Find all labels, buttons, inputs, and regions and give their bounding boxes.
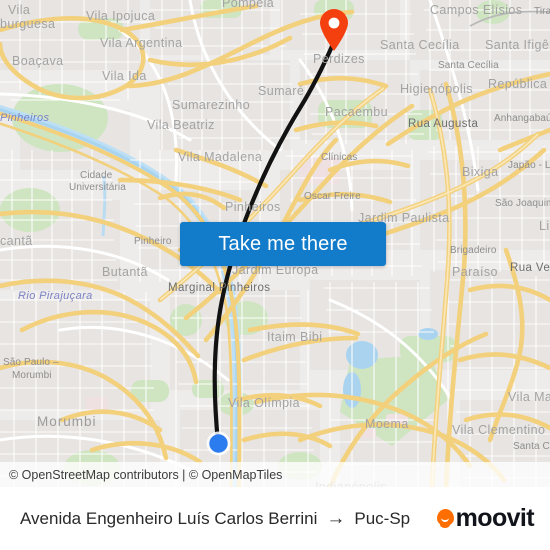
destination-pin-icon[interactable] (318, 8, 350, 52)
route-destination: Puc-Sp (354, 508, 411, 528)
route-summary: Avenida Engenheiro Luís Carlos Berrini →… (0, 509, 437, 529)
moovit-route-screenshot: Vila burguesa Vila Ipojuca Pompéia Campos El… (0, 0, 550, 550)
map-canvas[interactable]: Vila burguesa Vila Ipojuca Pompéia Campos El… (0, 0, 550, 487)
route-origin: Avenida Engenheiro Luís Carlos Berrini (20, 508, 318, 528)
moovit-pin-icon (436, 509, 454, 528)
footer-bar: Avenida Engenheiro Luís Carlos Berrini →… (0, 487, 550, 550)
arrow-right-icon: → (326, 508, 346, 529)
moovit-logo: moovit (436, 504, 550, 533)
take-me-there-label: Take me there (218, 232, 348, 255)
map-attribution: © OpenStreetMap contributors | © OpenMap… (0, 462, 550, 487)
moovit-wordmark: moovit (455, 504, 535, 532)
take-me-there-button[interactable]: Take me there (180, 222, 386, 266)
origin-dot-icon[interactable] (205, 430, 232, 457)
attribution-text: © OpenStreetMap contributors | © OpenMap… (9, 467, 283, 482)
